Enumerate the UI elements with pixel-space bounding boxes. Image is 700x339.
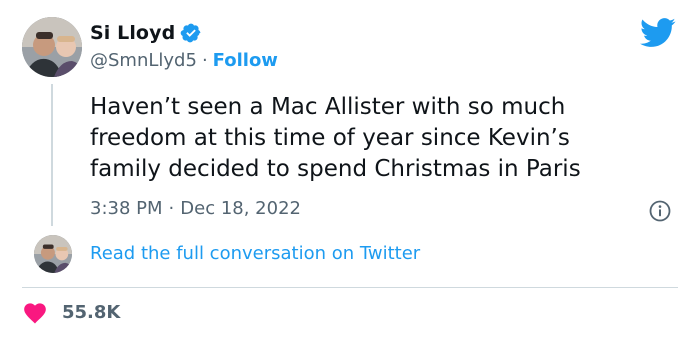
reply-avatar[interactable] [34, 235, 72, 273]
likes-count: 55.8K [62, 301, 121, 323]
tweet-time: 3:38 PM [90, 198, 163, 219]
timestamp-separator: · [168, 198, 175, 219]
tweet-text-line: freedom at this time of year since Kevin… [90, 125, 570, 151]
divider [22, 287, 678, 288]
tweet-date: Dec 18, 2022 [180, 198, 301, 219]
tweet-text: Haven’t seen a Mac Allister with so much… [90, 92, 650, 185]
heart-icon [22, 300, 48, 324]
like-button[interactable]: 55.8K [22, 300, 120, 324]
thread-connector-line [51, 84, 53, 226]
tweet-text-line: family decided to spend Christmas in Par… [90, 156, 581, 182]
info-icon[interactable] [648, 199, 672, 223]
author-name-row: Si Lloyd [90, 22, 202, 44]
tweet-embed-card: Si Lloyd @SmnLlyd5 · Follow Haven’t seen… [0, 0, 700, 339]
twitter-bird-icon[interactable] [640, 18, 676, 48]
author-display-name[interactable]: Si Lloyd [90, 22, 175, 44]
tweet-timestamp[interactable]: 3:38 PM · Dec 18, 2022 [90, 198, 301, 219]
tweet-text-line: Haven’t seen a Mac Allister with so much [90, 94, 566, 120]
author-handle-row: @SmnLlyd5 · Follow [90, 50, 278, 71]
follow-button[interactable]: Follow [213, 50, 278, 71]
author-handle[interactable]: @SmnLlyd5 [90, 50, 197, 71]
read-conversation-link[interactable]: Read the full conversation on Twitter [90, 243, 420, 264]
author-avatar[interactable] [22, 17, 82, 77]
verified-badge-icon [180, 22, 202, 44]
handle-separator: · [201, 50, 208, 71]
